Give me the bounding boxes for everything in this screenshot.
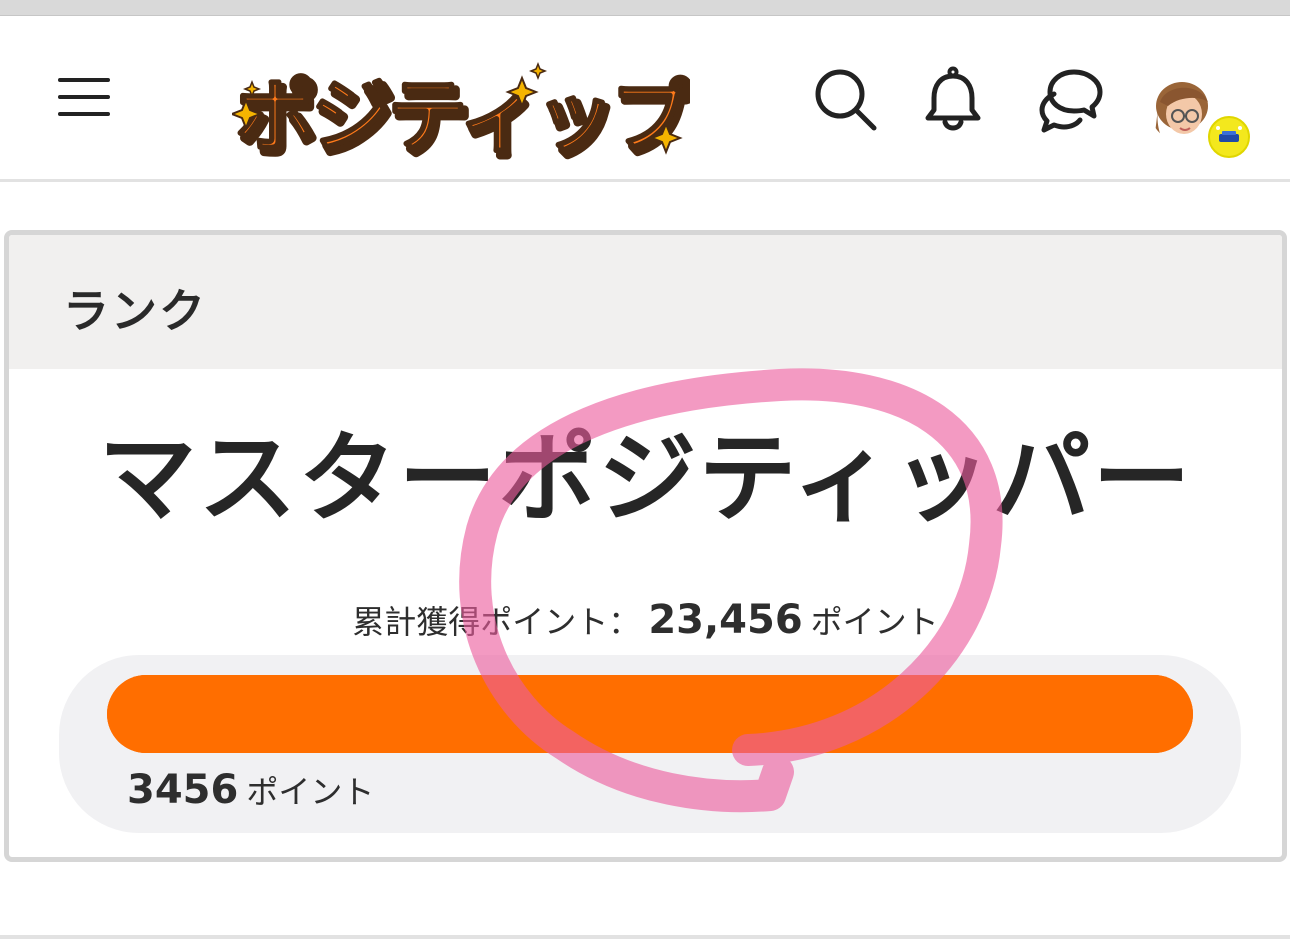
menu-line bbox=[58, 95, 110, 99]
user-rank-badge bbox=[1208, 116, 1250, 158]
rank-card: ランク マスターポジティッパー 累計獲得ポイント： 23,456 ポイント 3456… bbox=[4, 230, 1287, 862]
menu-line bbox=[58, 112, 110, 116]
current-points-unit: ポイント bbox=[246, 773, 375, 811]
logo-lettering: ポジティップ ポジティップ bbox=[234, 69, 690, 163]
total-points-unit: ポイント bbox=[810, 603, 939, 641]
rank-name: マスターポジティッパー bbox=[98, 422, 1193, 536]
app-header: ポジティップ ポジティップ bbox=[0, 16, 1290, 182]
bell-icon[interactable] bbox=[918, 64, 988, 134]
logo-graphic: ポジティップ ポジティップ bbox=[232, 61, 690, 163]
logo-text: ポジティップ bbox=[235, 70, 690, 162]
rank-card-title: ランク bbox=[63, 284, 207, 338]
rank-progress-bar bbox=[107, 675, 1193, 753]
rank-card-header: ランク bbox=[9, 235, 1282, 369]
logo[interactable]: ポジティップ ポジティップ bbox=[232, 50, 690, 162]
search-icon[interactable] bbox=[810, 64, 880, 134]
progress-panel: 3456 ポイント bbox=[59, 655, 1241, 833]
chat-bubbles-icon[interactable] bbox=[1036, 64, 1106, 134]
current-points-value: 3456 bbox=[127, 767, 239, 813]
menu-line bbox=[58, 78, 110, 82]
hamburger-menu-icon[interactable] bbox=[52, 72, 116, 124]
page: ポジティップ ポジティップ ランク マスターポジティッパー 累計獲得ポイント： … bbox=[0, 0, 1290, 939]
total-points-value: 23,456 bbox=[648, 597, 803, 643]
rank-progress-fill bbox=[107, 675, 1193, 753]
total-points: 累計獲得ポイント： 23,456 ポイント bbox=[9, 597, 1282, 643]
browser-top-strip bbox=[0, 0, 1290, 16]
footer-divider bbox=[0, 935, 1290, 939]
current-points: 3456 ポイント bbox=[127, 767, 374, 813]
user-avatar[interactable] bbox=[1150, 78, 1214, 142]
total-points-label: 累計獲得ポイント： bbox=[352, 603, 641, 641]
